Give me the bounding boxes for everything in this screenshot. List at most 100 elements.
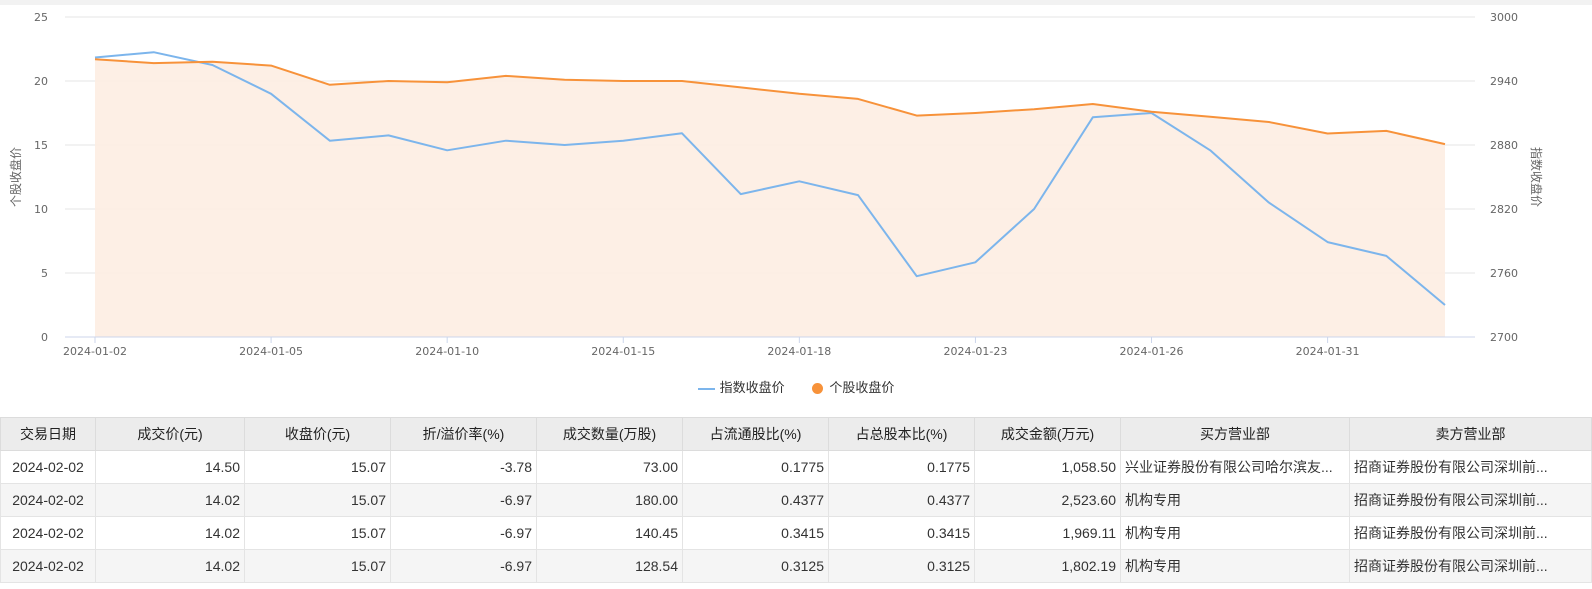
legend-item-index[interactable]: 指数收盘价 [697,377,785,396]
cell-premium-rate: -6.97 [390,516,537,550]
cell-close-price: 15.07 [244,450,391,484]
index-point [621,139,625,143]
stock-point [621,79,625,83]
stock-point [1384,129,1388,133]
cell-total-ratio: 0.3415 [828,516,975,550]
cell-deal-price: 14.02 [95,483,245,517]
table-row: 2024-02-02 14.02 15.07 -6.97 180.00 0.43… [0,483,1592,517]
stock-point [210,60,214,64]
cell-buyer[interactable]: 机构专用 [1120,516,1350,550]
legend-label-stock: 个股收盘价 [829,380,895,395]
left-axis-tick-label: 0 [41,331,48,344]
index-point [504,139,508,143]
legend-label-index: 指数收盘价 [719,380,785,395]
index-point [797,179,801,183]
stock-point [1326,132,1330,136]
stock-point [739,85,743,89]
header-deal-price[interactable]: 成交价(元) [95,417,245,451]
cell-seller[interactable]: 招商证券股份有限公司深圳前... [1349,549,1592,583]
index-point [563,143,567,147]
header-volume[interactable]: 成交数量(万股) [536,417,683,451]
header-trade-date[interactable]: 交易日期 [0,417,96,451]
cell-deal-price: 14.50 [95,450,245,484]
stock-point [563,78,567,82]
stock-point [1032,107,1036,111]
header-seller[interactable]: 卖方营业部 [1349,417,1592,451]
cell-buyer[interactable]: 兴业证券股份有限公司哈尔滨友... [1120,450,1350,484]
x-axis-tick-label: 2024-01-02 [63,345,127,358]
cell-premium-rate: -3.78 [390,450,537,484]
cell-deal-price: 14.02 [95,549,245,583]
cell-buyer[interactable]: 机构专用 [1120,549,1350,583]
index-point [739,192,743,196]
cell-close-price: 15.07 [244,483,391,517]
right-axis-title: 指数收盘价 [1529,147,1544,207]
stock-point [1208,115,1212,119]
right-axis-tick-label: 2880 [1490,139,1518,152]
cell-volume: 140.45 [536,516,683,550]
cell-amount: 1,802.19 [974,549,1121,583]
cell-close-price: 15.07 [244,516,391,550]
stock-point [445,80,449,84]
header-buyer[interactable]: 买方营业部 [1120,417,1350,451]
table-row: 2024-02-02 14.02 15.07 -6.97 140.45 0.34… [0,516,1592,550]
legend-dot-icon [812,383,824,395]
stock-point [915,114,919,118]
cell-close-price: 15.07 [244,549,391,583]
table-header-row: 交易日期 成交价(元) 收盘价(元) 折/溢价率(%) 成交数量(万股) 占流通… [0,417,1592,451]
header-amount[interactable]: 成交金额(万元) [974,417,1121,451]
cell-float-ratio: 0.4377 [682,483,829,517]
cell-total-ratio: 0.4377 [828,483,975,517]
right-axis-tick-label: 2940 [1490,75,1518,88]
left-axis-title: 个股收盘价 [8,147,23,207]
index-point [1267,201,1271,205]
index-point [915,274,919,278]
left-axis-tick-label: 15 [34,139,48,152]
header-premium-rate[interactable]: 折/溢价率(%) [390,417,537,451]
left-axis-tick-label: 25 [34,11,48,24]
cell-volume: 128.54 [536,549,683,583]
cell-float-ratio: 0.3125 [682,549,829,583]
stock-point [973,111,977,115]
legend-line-icon [697,387,715,390]
stock-area-fill [95,59,1445,337]
stock-point [1267,120,1271,124]
header-close-price[interactable]: 收盘价(元) [244,417,391,451]
index-point [269,92,273,96]
x-axis-tick-label: 2024-01-05 [239,345,303,358]
stock-point [1150,110,1154,114]
legend-item-stock[interactable]: 个股收盘价 [812,377,894,396]
cell-premium-rate: -6.97 [390,549,537,583]
cell-deal-price: 14.02 [95,516,245,550]
cell-total-ratio: 0.3125 [828,549,975,583]
stock-point [680,79,684,83]
cell-trade-date: 2024-02-02 [0,483,96,517]
cell-seller[interactable]: 招商证券股份有限公司深圳前... [1349,450,1592,484]
cell-seller[interactable]: 招商证券股份有限公司深圳前... [1349,516,1592,550]
index-point [152,50,156,54]
cell-total-ratio: 0.1775 [828,450,975,484]
header-float-ratio[interactable]: 占流通股比(%) [682,417,829,451]
index-point [1384,254,1388,258]
stock-point [1091,102,1095,106]
left-axis-tick-label: 10 [34,203,48,216]
cell-buyer[interactable]: 机构专用 [1120,483,1350,517]
left-axis-tick-label: 5 [41,267,48,280]
index-point [973,260,977,264]
cell-volume: 73.00 [536,450,683,484]
index-point [1326,240,1330,244]
header-total-ratio[interactable]: 占总股本比(%) [828,417,975,451]
cell-seller[interactable]: 招商证券股份有限公司深圳前... [1349,483,1592,517]
price-line-chart: 0 5 10 15 20 25 2700 2760 2820 2880 2940 3000 个股收盘价 指… [8,11,1544,358]
right-axis-tick-label: 2820 [1490,203,1518,216]
cell-trade-date: 2024-02-02 [0,450,96,484]
cell-amount: 1,969.11 [974,516,1121,550]
cell-float-ratio: 0.3415 [682,516,829,550]
x-axis-tick-label: 2024-01-23 [943,345,1007,358]
stock-point [152,61,156,65]
index-point [1443,303,1447,307]
cell-trade-date: 2024-02-02 [0,549,96,583]
block-trade-table: 交易日期 成交价(元) 收盘价(元) 折/溢价率(%) 成交数量(万股) 占流通… [0,417,1592,583]
index-point [445,148,449,152]
left-axis-tick-label: 20 [34,75,48,88]
